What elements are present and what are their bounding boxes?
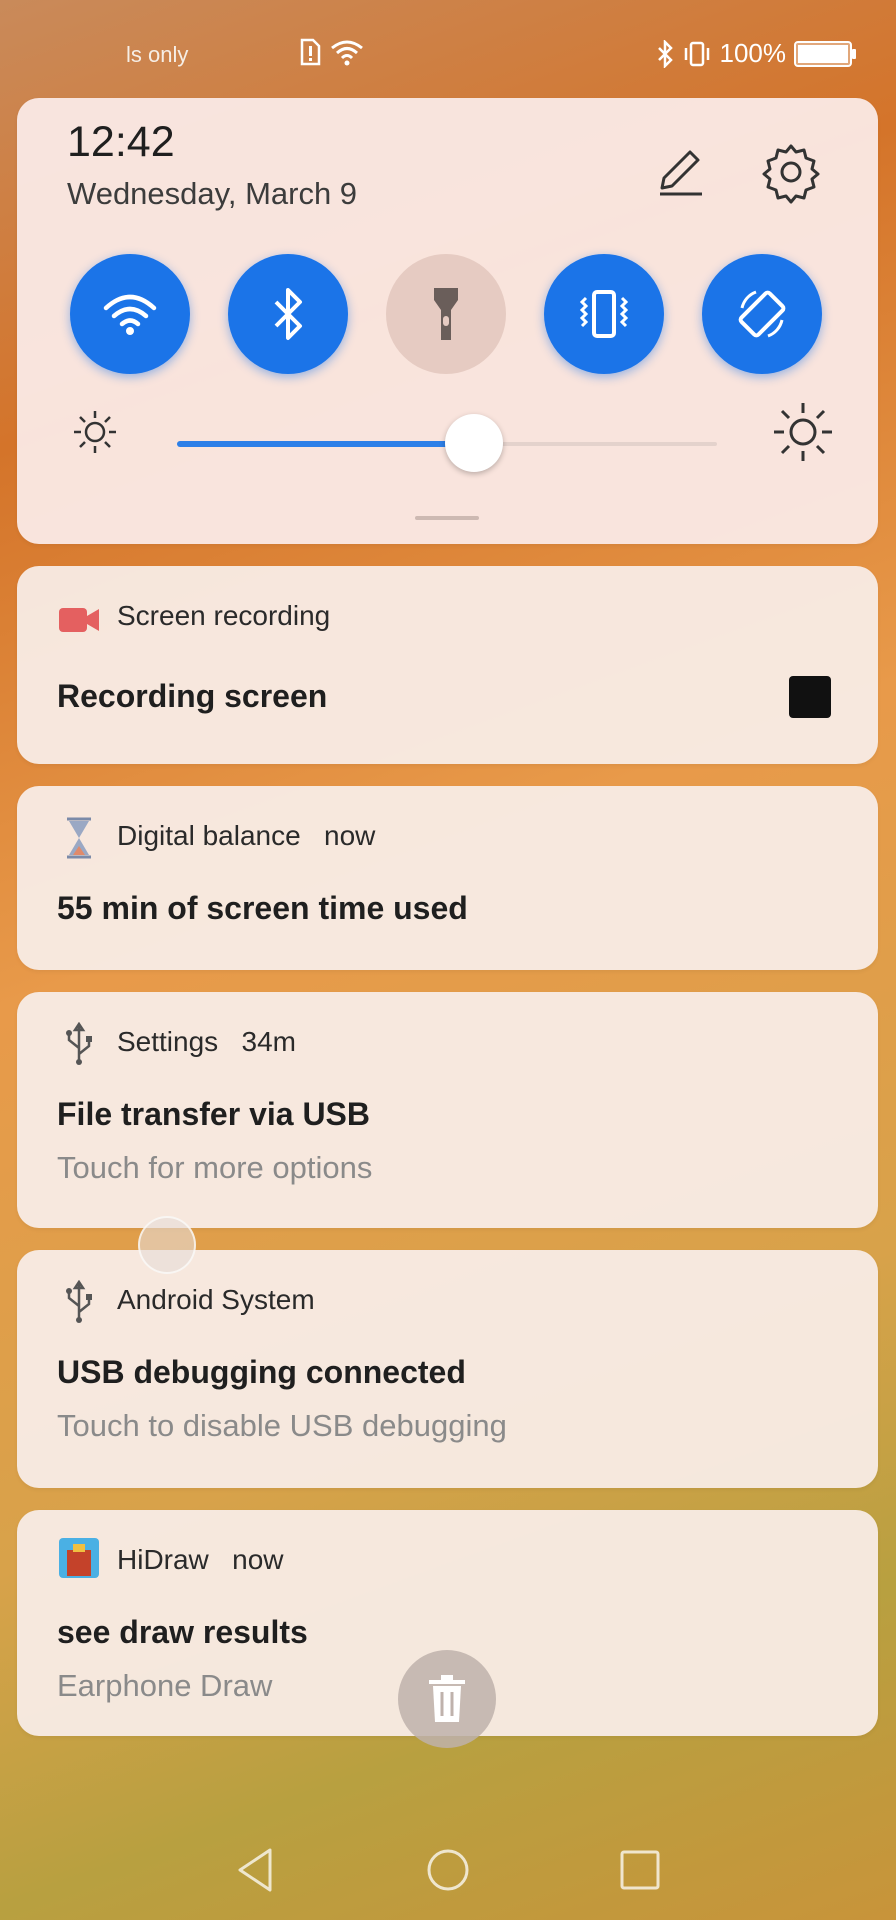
- bluetooth-toggle[interactable]: [228, 254, 348, 374]
- brightness-slider[interactable]: [177, 414, 717, 472]
- bluetooth-icon: [274, 288, 302, 340]
- notification-digital-balance[interactable]: Digital balance now 55 min of screen tim…: [17, 786, 878, 970]
- panel-handle[interactable]: [415, 516, 479, 520]
- clear-all-button[interactable]: [398, 1650, 496, 1748]
- auto-rotate-toggle[interactable]: [702, 254, 822, 374]
- wifi-status-icon: [331, 40, 363, 66]
- flashlight-toggle[interactable]: [386, 254, 506, 374]
- brightness-low-icon: [74, 411, 116, 453]
- hidraw-app-icon: [59, 1538, 99, 1578]
- notification-title: File transfer via USB: [57, 1096, 370, 1132]
- bluetooth-status-icon: [657, 39, 673, 68]
- edit-icon[interactable]: [650, 142, 710, 202]
- navigation-bar: [0, 1830, 896, 1910]
- gear-icon[interactable]: [757, 138, 825, 206]
- hourglass-icon: [67, 817, 91, 859]
- quick-settings-panel: 12:42 Wednesday, March 9: [17, 98, 878, 544]
- notification-title: USB debugging connected: [57, 1354, 466, 1390]
- notification-text: Touch to disable USB debugging: [57, 1408, 507, 1443]
- notification-screen-recording[interactable]: Screen recording Recording screen: [17, 566, 878, 764]
- date: Wednesday, March 9: [67, 176, 358, 211]
- vibrate-icon: [579, 290, 629, 338]
- status-right-icons: 100%: [656, 38, 856, 69]
- vibrate-status-icon: [684, 41, 709, 66]
- touch-indicator: [138, 1216, 196, 1274]
- notification-app-name: Settings 34m: [117, 1026, 296, 1057]
- notification-title: Recording screen: [57, 678, 328, 714]
- brightness-thumb[interactable]: [445, 414, 503, 472]
- screen-record-icon: [59, 608, 99, 632]
- notification-time: now: [324, 820, 376, 851]
- notification-app-name: HiDraw now: [117, 1544, 284, 1575]
- status-left-icons: [298, 38, 364, 66]
- notification-app-name: Android System: [117, 1284, 315, 1315]
- carrier-label: ls only: [126, 42, 189, 67]
- stop-recording-button[interactable]: [789, 676, 831, 718]
- wifi-icon: [103, 294, 157, 335]
- battery-percent: 100%: [719, 38, 787, 68]
- notification-app-name: Screen recording: [117, 600, 331, 631]
- notification-time: now: [232, 1544, 284, 1575]
- back-button[interactable]: [230, 1844, 282, 1896]
- notification-usb-debugging[interactable]: Android System USB debugging connected T…: [17, 1250, 878, 1488]
- sim-alert-icon: [300, 38, 321, 66]
- recents-button[interactable]: [614, 1844, 666, 1896]
- wifi-toggle[interactable]: [70, 254, 190, 374]
- notification-usb-file-transfer[interactable]: Settings 34m File transfer via USB Touch…: [17, 992, 878, 1228]
- notification-text: Earphone Draw: [57, 1668, 273, 1703]
- rotate-icon: [738, 290, 786, 338]
- brightness-fill: [177, 441, 474, 447]
- home-button[interactable]: [422, 1844, 474, 1896]
- battery-icon: [794, 40, 856, 67]
- usb-icon: [66, 1280, 92, 1323]
- vibrate-toggle[interactable]: [544, 254, 664, 374]
- brightness-high-icon: [774, 403, 832, 461]
- notification-time: 34m: [241, 1026, 296, 1057]
- notification-text: Touch for more options: [57, 1150, 373, 1185]
- trash-icon: [429, 1675, 465, 1722]
- notification-title: 55 min of screen time used: [57, 890, 468, 926]
- flashlight-icon: [434, 288, 458, 340]
- notification-title: see draw results: [57, 1614, 308, 1650]
- clock: 12:42: [67, 118, 175, 166]
- notification-app-name: Digital balance now: [117, 820, 376, 851]
- usb-icon: [66, 1022, 92, 1065]
- status-bar: ls only 100%: [0, 0, 896, 100]
